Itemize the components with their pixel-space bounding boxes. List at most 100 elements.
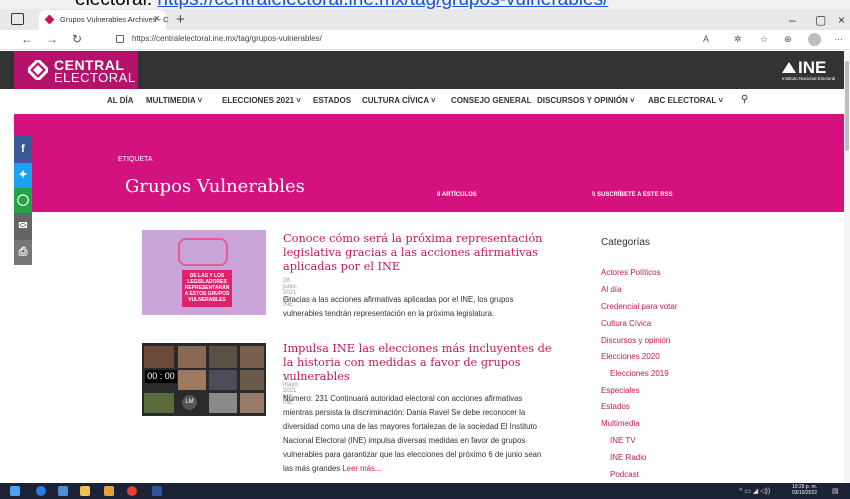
category-link[interactable]: Discursos y opinión — [601, 336, 670, 345]
category-link[interactable]: Actores Políticos — [601, 268, 661, 277]
video-tile — [240, 393, 264, 413]
video-tile — [209, 393, 237, 413]
os-taskbar: ^ ▭ ◢ ◁)) 10:29 p. m. 03/10/2022 ▤ — [0, 483, 850, 499]
category-link[interactable]: Elecciones 2019 — [610, 369, 669, 378]
article-thumbnail[interactable]: 00 : 00 LM — [142, 343, 266, 416]
article-count: 9 ARTÍCULOS — [437, 192, 477, 198]
task-view-icon[interactable] — [58, 486, 68, 496]
minimize-icon[interactable]: – — [789, 13, 796, 27]
whatsapp-icon[interactable]: ◯ — [14, 188, 32, 213]
tab-close-icon[interactable]: × — [154, 13, 160, 25]
favicon-icon — [44, 14, 55, 25]
caption-prefix: electoral. — [75, 0, 152, 9]
video-tile — [144, 393, 174, 413]
category-link[interactable]: Cultura Cívica — [601, 319, 651, 328]
clock-date: 03/10/2022 — [792, 490, 818, 496]
read-aloud-icon[interactable]: A — [703, 34, 709, 44]
word-icon[interactable] — [152, 486, 162, 496]
video-tile — [178, 370, 206, 390]
system-tray-icon[interactable]: ^ ▭ ◢ ◁)) — [739, 487, 770, 495]
email-icon[interactable]: ✉ — [14, 213, 32, 240]
nav-abc-electoral[interactable]: ABC ELECTORAL ˅ — [648, 96, 723, 105]
lock-icon[interactable] — [116, 35, 124, 43]
ine-wordmark: INE — [798, 58, 827, 77]
nav-consejo-general[interactable]: CONSEJO GENERAL — [451, 96, 531, 105]
collections-icon[interactable]: ⊕ — [784, 34, 792, 45]
rss-subscribe-link[interactable]: \\ SUSCRÍBETE A ESTE RSS — [592, 192, 673, 198]
chrome-icon[interactable] — [127, 486, 137, 496]
category-link[interactable]: Al día — [601, 285, 621, 294]
hero-tag-label: ETIQUETA — [118, 156, 153, 163]
back-icon[interactable]: ← — [21, 32, 33, 46]
maximize-icon[interactable]: ▢ — [815, 13, 826, 27]
article-thumbnail[interactable]: DE LAS Y LOS LEGISLADORES REPRESENTARÁN … — [142, 230, 266, 315]
video-tile — [209, 370, 237, 390]
thumb-caption: DE LAS Y LOS LEGISLADORES REPRESENTARÁN … — [182, 270, 232, 307]
category-link[interactable]: Podcast — [610, 470, 639, 479]
category-link[interactable]: Multimedia — [601, 419, 640, 428]
article-excerpt: Gracias a las acciones afirmativas aplic… — [283, 295, 514, 318]
start-icon[interactable] — [10, 486, 20, 496]
ine-logo[interactable]: INE Instituto Nacional Electoral — [782, 58, 844, 83]
address-bar-row: ← → ↻ https://centralelectoral.ine.mx/ta… — [0, 30, 850, 50]
reload-icon[interactable]: ↻ — [72, 32, 82, 46]
logo-line-2: ELECTORAL — [54, 70, 136, 85]
nav-al-dia[interactable]: AL DÍA — [107, 96, 134, 105]
notifications-icon[interactable]: ▤ — [832, 487, 839, 495]
video-tile — [144, 346, 174, 368]
ine-subtitle: Instituto Nacional Electoral — [782, 76, 836, 81]
social-share-bar: f ✦ ◯ ✉ ⎙ — [14, 136, 32, 265]
article-title-link[interactable]: Impulsa INE las elecciones más incluyent… — [283, 342, 563, 384]
taskbar-clock[interactable]: 10:29 p. m. 03/10/2022 — [792, 484, 817, 496]
video-tile — [240, 346, 264, 368]
twitter-icon[interactable]: ✦ — [14, 163, 32, 188]
nav-estados[interactable]: ESTADOS — [313, 96, 351, 105]
screen: electoral. https://centralelectoral.ine.… — [0, 0, 850, 499]
nav-discursos-opinion[interactable]: DISCURSOS Y OPINIÓN ˅ — [537, 96, 635, 105]
favorites-icon[interactable]: ☆ — [760, 34, 768, 45]
video-tile — [178, 346, 206, 368]
print-icon[interactable]: ⎙ — [14, 240, 32, 265]
caption-link[interactable]: https://centralelectoral.ine.mx/tag/grup… — [157, 0, 608, 9]
thumb-initials: LM — [182, 395, 197, 410]
more-options-icon[interactable]: ··· — [834, 34, 843, 44]
extensions-icon[interactable]: ✲ — [734, 34, 742, 45]
central-electoral-logo[interactable]: CENTRAL ELECTORAL — [14, 51, 138, 89]
read-more-link[interactable]: Leer más... — [342, 464, 381, 473]
category-link[interactable]: Estados — [601, 402, 630, 411]
nav-cultura-civica[interactable]: CULTURA CÍVICA ˅ — [362, 96, 436, 105]
category-link[interactable]: Especiales — [601, 386, 640, 395]
new-tab-icon[interactable]: + — [176, 11, 185, 28]
scrollbar-thumb[interactable] — [845, 61, 849, 151]
tab-actions-icon[interactable] — [11, 13, 24, 25]
category-link[interactable]: INE TV — [610, 436, 636, 445]
video-tile — [240, 370, 264, 390]
sidebar-title: Categorías — [601, 237, 650, 248]
category-link[interactable]: Credencial para votar — [601, 302, 677, 311]
browser-tab[interactable]: Grupos Vulnerables Archives - C × — [39, 10, 169, 30]
edge-icon[interactable] — [36, 486, 46, 496]
url-text[interactable]: https://centralelectoral.ine.mx/tag/grup… — [132, 34, 322, 43]
category-link[interactable]: Elecciones 2020 — [601, 352, 660, 361]
thumb-timer: 00 : 00 — [145, 370, 177, 383]
profile-avatar[interactable] — [808, 33, 821, 46]
forward-icon[interactable]: → — [46, 32, 58, 46]
settings-icon[interactable] — [104, 486, 114, 496]
category-link[interactable]: INE Radio — [610, 453, 646, 462]
caption-text: electoral. https://centralelectoral.ine.… — [75, 0, 608, 9]
nav-multimedia[interactable]: MULTIMEDIA ˅ — [146, 96, 202, 105]
main-nav: AL DÍA MULTIMEDIA ˅ ELECCIONES 2021 ˅ ES… — [0, 89, 850, 113]
close-window-icon[interactable]: × — [838, 13, 845, 27]
site-header: CENTRAL ELECTORAL INE Instituto Nacional… — [0, 51, 850, 89]
thumb-decor-shape — [178, 238, 228, 266]
tab-title: Grupos Vulnerables Archives - C — [60, 15, 169, 24]
facebook-icon[interactable]: f — [14, 136, 32, 163]
search-icon[interactable]: ⚲ — [741, 94, 748, 105]
article-title-link[interactable]: Conoce cómo será la próxima representaci… — [283, 232, 563, 274]
video-tile — [209, 346, 237, 368]
categories-sidebar: Categorías Actores Políticos Al día Cred… — [587, 215, 767, 485]
browser-tab-strip: Grupos Vulnerables Archives - C × + – ▢ … — [0, 9, 850, 30]
page-scrollbar[interactable] — [844, 51, 850, 483]
nav-elecciones-2021[interactable]: ELECCIONES 2021 ˅ — [222, 96, 301, 105]
file-explorer-icon[interactable] — [80, 486, 90, 496]
